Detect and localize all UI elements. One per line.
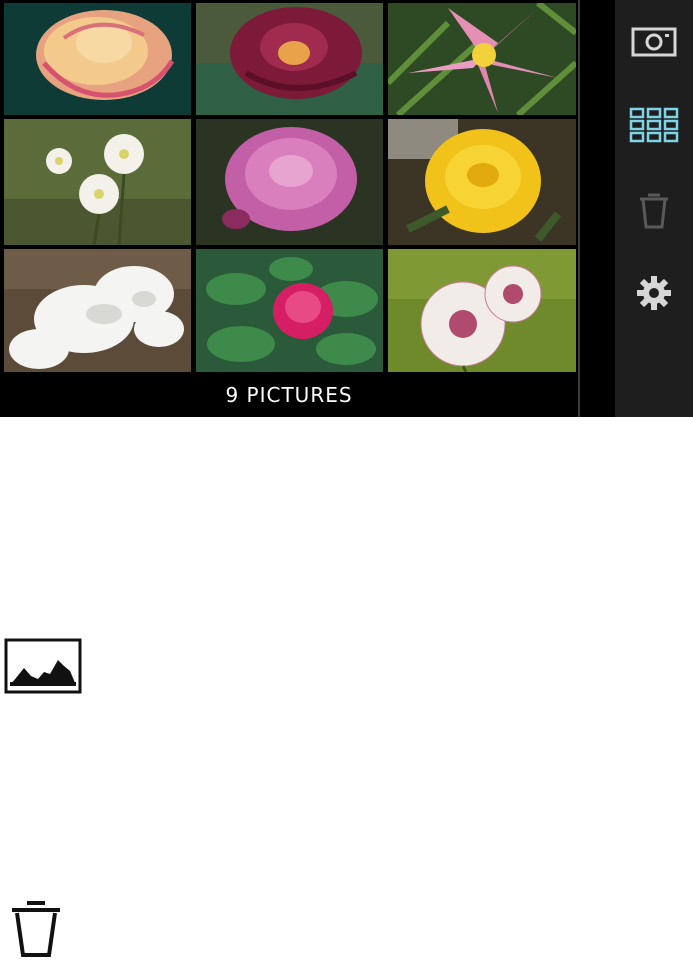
sidebar	[615, 0, 693, 417]
thumbnail-pink-lily[interactable]	[388, 3, 576, 115]
delete-button[interactable]	[615, 180, 693, 240]
app-screen: 9 PICTURES	[0, 0, 693, 417]
grid-icon	[629, 107, 679, 143]
thumbnail-white-wildflowers[interactable]	[4, 119, 191, 245]
thumbnail-astrantia-flowers[interactable]	[388, 249, 576, 372]
thumbnail-lavender-rose[interactable]	[196, 119, 383, 245]
thumbnail-grid	[4, 3, 576, 372]
gear-icon	[637, 276, 671, 310]
thumbnail-crimson-yellow-rose[interactable]	[196, 3, 383, 115]
histogram-icon	[4, 638, 82, 694]
thumbnail-peach-pink-rose[interactable]	[4, 3, 191, 115]
photo-gallery: 9 PICTURES	[0, 0, 578, 417]
gallery-button[interactable]	[615, 95, 693, 155]
thumbnail-pink-rosebud[interactable]	[196, 249, 383, 372]
thumbnail-white-blossoms[interactable]	[4, 249, 191, 372]
trash-icon	[8, 899, 64, 959]
trash-icon	[640, 193, 668, 229]
settings-button[interactable]	[615, 263, 693, 323]
picture-count-label: 9 PICTURES	[225, 383, 353, 407]
camera-button[interactable]	[615, 12, 693, 72]
camera-icon	[631, 27, 677, 57]
sidebar-gap	[580, 0, 615, 417]
thumbnail-yellow-rose[interactable]	[388, 119, 576, 245]
